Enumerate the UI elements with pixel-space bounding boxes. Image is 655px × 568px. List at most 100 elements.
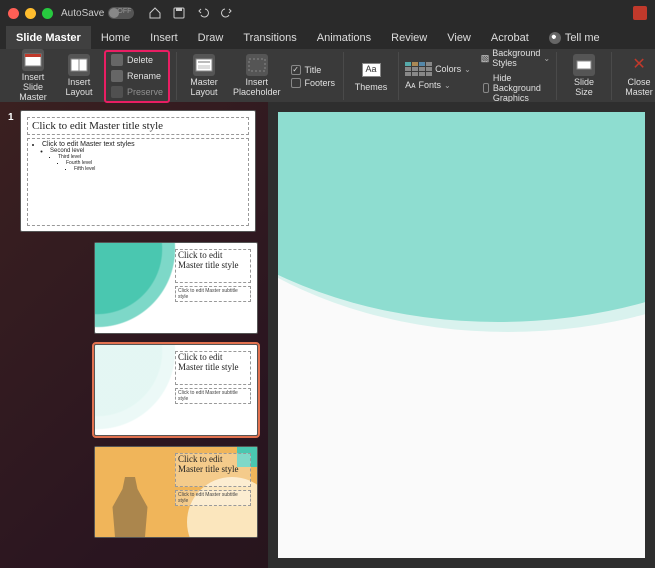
tab-draw[interactable]: Draw bbox=[188, 26, 234, 49]
rename-button[interactable]: Rename bbox=[107, 69, 167, 84]
title-checkbox[interactable]: Title bbox=[289, 64, 338, 76]
group-size: Slide Size bbox=[557, 52, 612, 100]
slide-canvas-area bbox=[268, 102, 655, 568]
master-thumbnail[interactable]: Click to edit Master title style Click t… bbox=[20, 110, 256, 232]
slide-number: 1 bbox=[8, 112, 14, 123]
tab-view[interactable]: View bbox=[437, 26, 481, 49]
body-l5: Fifth level bbox=[74, 166, 244, 172]
thumbnail-pane[interactable]: 1 Click to edit Master title style Click… bbox=[0, 102, 268, 568]
delete-highlight: Delete Rename Preserve bbox=[104, 50, 170, 103]
btn-label: Rename bbox=[127, 71, 161, 81]
layout-thumbnail-3[interactable]: Click to edit Master title style Click t… bbox=[94, 446, 258, 538]
tell-me-search[interactable]: Tell me bbox=[539, 26, 610, 49]
group-master-layout: Master Layout Insert Placeholder Title F… bbox=[177, 52, 344, 100]
layout-subtitle: Click to edit Master subtitle style bbox=[175, 388, 251, 404]
chk-label: Hide Background Graphics bbox=[493, 73, 548, 103]
toggle-switch-icon[interactable]: OFF bbox=[108, 7, 134, 19]
layout-title: Click to edit Master title style bbox=[175, 249, 251, 283]
master-thumbnail-row: 1 Click to edit Master title style Click… bbox=[4, 110, 264, 232]
group-close: ✕ Close Master bbox=[612, 52, 655, 100]
tab-review[interactable]: Review bbox=[381, 26, 437, 49]
delete-icon bbox=[111, 54, 123, 66]
group-themes: Aa Themes bbox=[344, 52, 399, 100]
layout-thumbnail-2[interactable]: Click to edit Master title style Click t… bbox=[94, 344, 258, 436]
app-icon bbox=[633, 6, 647, 20]
save-icon[interactable] bbox=[172, 6, 186, 20]
background-styles-dropdown[interactable]: ▧Background Styles bbox=[481, 48, 550, 68]
maximize-window-icon[interactable] bbox=[42, 8, 53, 19]
title-bar: AutoSave OFF bbox=[0, 0, 655, 26]
layout-subtitle: Click to edit Master subtitle style bbox=[175, 286, 251, 302]
layout-row: Click to edit Master title style Click t… bbox=[4, 242, 264, 334]
drop-label: Colors bbox=[435, 64, 461, 74]
insert-placeholder-button[interactable]: Insert Placeholder bbox=[229, 52, 285, 100]
close-master-button[interactable]: ✕ Close Master bbox=[618, 52, 655, 100]
slide-size-icon bbox=[573, 54, 595, 76]
delete-button[interactable]: Delete bbox=[107, 53, 167, 68]
btn-label: Insert Layout bbox=[65, 78, 92, 98]
layout-icon bbox=[68, 54, 90, 76]
workspace: 1 Click to edit Master title style Click… bbox=[0, 102, 655, 568]
close-window-icon[interactable] bbox=[8, 8, 19, 19]
drop-label: Fonts bbox=[419, 80, 442, 90]
chk-label: Footers bbox=[305, 78, 336, 88]
window-controls bbox=[8, 8, 53, 19]
btn-label: Delete bbox=[127, 55, 153, 65]
checkbox-icon bbox=[291, 78, 301, 88]
themes-button[interactable]: Aa Themes bbox=[350, 57, 392, 95]
tab-acrobat[interactable]: Acrobat bbox=[481, 26, 539, 49]
hide-bg-checkbox[interactable]: Hide Background Graphics bbox=[481, 72, 550, 104]
fonts-dropdown[interactable]: Aᴀ Fonts bbox=[405, 80, 471, 90]
group-edit-master: Insert Slide Master Insert Layout Delete… bbox=[6, 52, 177, 100]
checkbox-icon bbox=[291, 65, 301, 75]
body-l1: Click to edit Master text styles bbox=[42, 141, 244, 148]
autosave-state: OFF bbox=[117, 8, 131, 15]
ribbon: Insert Slide Master Insert Layout Delete… bbox=[0, 50, 655, 102]
insert-slide-master-button[interactable]: Insert Slide Master bbox=[12, 47, 54, 105]
fonts-icon: Aᴀ bbox=[405, 80, 415, 90]
insert-layout-button[interactable]: Insert Layout bbox=[58, 52, 100, 100]
checkbox-icon bbox=[483, 83, 489, 93]
tab-slide-master[interactable]: Slide Master bbox=[6, 26, 91, 49]
color-swatches-icon bbox=[405, 62, 432, 76]
rename-icon bbox=[111, 70, 123, 82]
slide-size-button[interactable]: Slide Size bbox=[563, 52, 605, 100]
ribbon-tabs: Slide Master Home Insert Draw Transition… bbox=[0, 26, 655, 50]
layout-row: Click to edit Master title style Click t… bbox=[4, 446, 264, 538]
canvas-arc-3 bbox=[278, 112, 645, 332]
slide-master-icon bbox=[22, 49, 44, 71]
tab-insert[interactable]: Insert bbox=[140, 26, 188, 49]
colors-dropdown[interactable]: Colors bbox=[405, 62, 471, 76]
btn-label: Slide Size bbox=[574, 78, 594, 98]
footers-checkbox[interactable]: Footers bbox=[289, 77, 338, 89]
layout-title: Click to edit Master title style bbox=[175, 351, 251, 385]
btn-label: Master Layout bbox=[190, 78, 218, 98]
layout-subtitle: Click to edit Master subtitle style bbox=[175, 490, 251, 506]
tab-home[interactable]: Home bbox=[91, 26, 140, 49]
redo-icon[interactable] bbox=[220, 6, 234, 20]
btn-label: Insert Slide Master bbox=[16, 73, 50, 103]
layout-row: Click to edit Master title style Click t… bbox=[4, 344, 264, 436]
home-icon[interactable] bbox=[148, 6, 162, 20]
minimize-window-icon[interactable] bbox=[25, 8, 36, 19]
master-title-placeholder: Click to edit Master title style bbox=[27, 117, 249, 135]
btn-label: Themes bbox=[355, 83, 388, 93]
master-layout-button[interactable]: Master Layout bbox=[183, 52, 225, 100]
placeholder-icon bbox=[246, 54, 268, 76]
btn-label: Insert Placeholder bbox=[233, 78, 281, 98]
preserve-icon bbox=[111, 86, 123, 98]
themes-icon: Aa bbox=[360, 59, 382, 81]
close-icon: ✕ bbox=[628, 54, 650, 76]
tab-transitions[interactable]: Transitions bbox=[233, 26, 306, 49]
tab-animations[interactable]: Animations bbox=[307, 26, 381, 49]
layout-thumbnail-1[interactable]: Click to edit Master title style Click t… bbox=[94, 242, 258, 334]
bg-styles-icon: ▧ bbox=[481, 53, 490, 64]
btn-label: Close Master bbox=[625, 78, 653, 98]
preserve-button[interactable]: Preserve bbox=[107, 85, 167, 100]
autosave-label: AutoSave bbox=[61, 8, 104, 19]
autosave-toggle[interactable]: AutoSave OFF bbox=[61, 7, 134, 19]
group-background: Colors AᴀFonts ▧Background Styles Hide B… bbox=[399, 52, 557, 100]
chk-label: Title bbox=[305, 65, 322, 75]
undo-icon[interactable] bbox=[196, 6, 210, 20]
slide-canvas[interactable] bbox=[278, 112, 645, 558]
